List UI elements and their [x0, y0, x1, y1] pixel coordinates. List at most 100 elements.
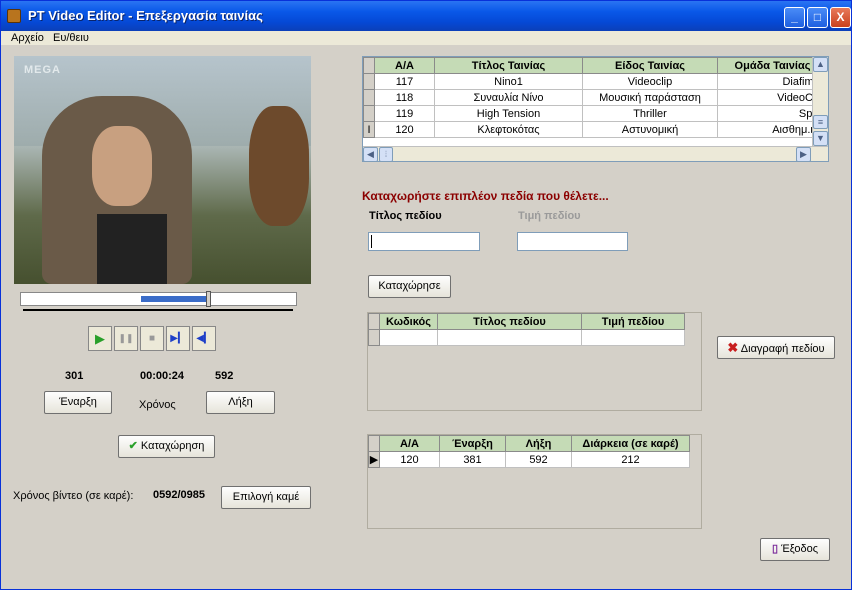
time-label: Χρόνος [139, 399, 176, 411]
menu-bar: Αρχείο Ευ/θειυ [1, 31, 851, 45]
menu-file[interactable]: Αρχείο [11, 32, 44, 44]
table-cell[interactable] [379, 329, 438, 346]
delete-field-label: Διαγραφή πεδίου [740, 343, 825, 355]
exit-button[interactable]: ▯ Έξοδος [760, 538, 830, 561]
step-back-button[interactable]: ◀▎ [192, 326, 216, 351]
door-icon: ▯ [771, 543, 779, 555]
col-header[interactable]: Α/Α [374, 57, 435, 74]
end-frame-value: 592 [215, 370, 234, 382]
table-row[interactable] [368, 329, 685, 346]
start-button[interactable]: Έναρξη [44, 391, 112, 414]
table-cell[interactable] [581, 329, 685, 346]
col-header[interactable]: Ομάδα Ταινίας [717, 57, 828, 74]
scroll-up-icon[interactable]: ▲ [813, 57, 828, 72]
col-header[interactable]: Τίτλος Ταινίας [434, 57, 583, 74]
table-row[interactable]: 119 High Tension Thriller Splat [363, 105, 828, 122]
table-row[interactable]: ▶ 120 381 592 212 [368, 451, 690, 468]
minimize-button[interactable]: _ [784, 7, 805, 28]
save-button[interactable]: ✔ Καταχώρηση [118, 435, 215, 458]
register-field-button[interactable]: Καταχώρησε [368, 275, 451, 298]
table-cell[interactable]: 119 [374, 105, 435, 122]
col-header[interactable]: Α/Α [379, 435, 440, 452]
col-header[interactable]: Τίτλος πεδίου [437, 313, 582, 330]
row-header[interactable] [363, 105, 375, 122]
table-cell[interactable]: Αστυνομική [582, 121, 718, 138]
channel-logo: MEGA [24, 64, 61, 76]
table-row[interactable]: 117 Nino1 Videoclip Diafimisi [363, 73, 828, 90]
seek-thumb[interactable] [206, 291, 211, 307]
playback-controls: ▶ ❚❚ ■ ▶▎ ◀▎ [88, 326, 218, 352]
current-row-arrow-icon[interactable]: ▶ [368, 451, 380, 468]
video-time-label: Χρόνος βίντεο (σε καρέ): [13, 490, 134, 502]
app-icon [7, 9, 21, 23]
video-face [92, 126, 152, 206]
table-cell[interactable]: 592 [505, 451, 572, 468]
row-header-edit-icon[interactable]: I [363, 121, 375, 138]
table-cell[interactable]: 120 [379, 451, 440, 468]
table-cell[interactable]: 212 [571, 451, 690, 468]
fields-panel: Κωδικός Τίτλος πεδίου Τιμή πεδίου [367, 312, 702, 411]
col-header[interactable]: Διάρκεια (σε καρέ) [571, 435, 690, 452]
video-object [249, 106, 309, 226]
video-shirt [97, 214, 167, 284]
table-cell[interactable]: 381 [439, 451, 506, 468]
field-value-input[interactable] [517, 232, 628, 251]
col-header[interactable]: Τιμή πεδίου [581, 313, 685, 330]
fields-table: Κωδικός Τίτλος πεδίου Τιμή πεδίου [368, 313, 701, 410]
maximize-button[interactable]: □ [807, 7, 828, 28]
table-cell[interactable]: Videoclip [582, 73, 718, 90]
table-cell[interactable]: Nino1 [434, 73, 583, 90]
step-forward-button[interactable]: ▶▎ [166, 326, 190, 351]
scroll-thumb[interactable]: ≡ [813, 115, 828, 129]
table-cell[interactable] [437, 329, 582, 346]
play-button[interactable]: ▶ [88, 326, 112, 351]
scroll-right-icon[interactable]: ▶ [796, 147, 811, 161]
table-cell[interactable]: 118 [374, 89, 435, 106]
col-header[interactable]: Λήξη [505, 435, 572, 452]
table-cell[interactable]: Thriller [582, 105, 718, 122]
table-cell[interactable]: Αισθημ.ιστ [717, 121, 828, 138]
row-header[interactable] [363, 73, 375, 90]
col-header[interactable]: Έναρξη [439, 435, 506, 452]
close-button[interactable]: X [830, 7, 851, 28]
time-value: 00:00:24 [140, 370, 185, 382]
table-row[interactable]: 118 Συναυλία Νίνο Μουσική παράσταση Vide… [363, 89, 828, 106]
table-cell[interactable]: Diafimisi [717, 73, 828, 90]
table-cell[interactable]: 120 [374, 121, 435, 138]
table-cell[interactable]: VideoClip [717, 89, 828, 106]
col-header[interactable]: Είδος Ταινίας [582, 57, 718, 74]
window-title: PT Video Editor - Επεξεργασία ταινίας [28, 8, 263, 23]
delete-field-button[interactable]: ✖ Διαγραφή πεδίου [717, 336, 835, 359]
col-header[interactable]: Κωδικός [379, 313, 438, 330]
select-camera-button[interactable]: Επιλογή καμέ [221, 486, 311, 509]
table-cell[interactable]: High Tension [434, 105, 583, 122]
scroll-left-icon[interactable]: ◀ [363, 147, 378, 161]
video-preview: MEGA [14, 56, 311, 284]
table-cell[interactable]: 117 [374, 73, 435, 90]
table-cell[interactable]: Μουσική παράσταση [582, 89, 718, 106]
save-button-label: Καταχώρηση [140, 440, 205, 452]
row-header-corner [363, 57, 375, 74]
scroll-down-icon[interactable]: ▼ [813, 131, 828, 146]
row-header-corner [368, 313, 380, 330]
seek-fill [141, 296, 208, 302]
text-cursor [371, 235, 372, 248]
pause-button[interactable]: ❚❚ [114, 326, 138, 351]
end-button[interactable]: Λήξη [206, 391, 275, 414]
segments-table: Α/Α Έναρξη Λήξη Διάρκεια (σε καρέ) ▶ 120… [368, 435, 701, 528]
table-cell[interactable]: Συναυλία Νίνο [434, 89, 583, 106]
field-title-input[interactable] [368, 232, 480, 251]
table-cell[interactable]: Splat [717, 105, 828, 122]
title-bar[interactable]: PT Video Editor - Επεξεργασία ταινίας _ … [1, 1, 851, 31]
table-row[interactable]: I 120 Κλεφτοκότας Αστυνομική Αισθημ.ιστ [363, 121, 828, 138]
horizontal-scrollbar[interactable]: ◀ ⦙ ▶ [363, 146, 828, 161]
hscroll-thumb[interactable]: ⦙ [379, 147, 393, 161]
row-header[interactable] [368, 329, 380, 346]
field-title-label: Τίτλος πεδίου [369, 210, 442, 222]
table-cell[interactable]: Κλεφτοκότας [434, 121, 583, 138]
row-header[interactable] [363, 89, 375, 106]
menu-help[interactable]: Ευ/θειυ [53, 32, 89, 44]
stop-button[interactable]: ■ [140, 326, 164, 351]
seek-bar[interactable] [20, 291, 297, 307]
vertical-scrollbar[interactable]: ▲ ≡ ▼ [812, 57, 828, 146]
